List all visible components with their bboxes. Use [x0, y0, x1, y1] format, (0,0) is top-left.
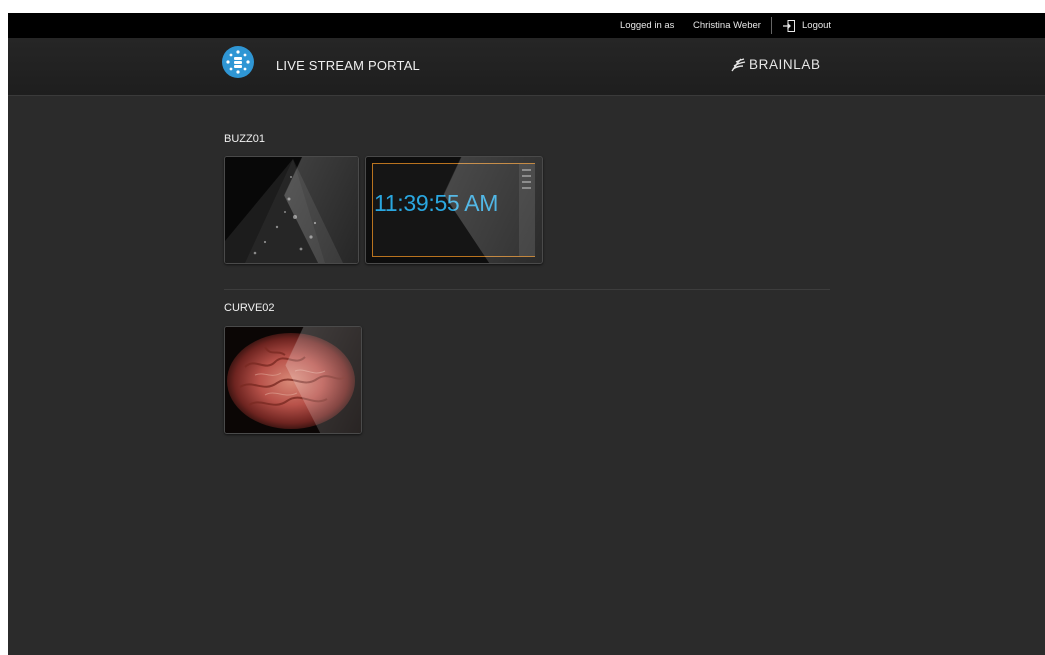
microscope-image: [225, 327, 361, 433]
topbar-divider: [771, 17, 772, 34]
brand-logo: BRAINLAB: [730, 57, 821, 72]
stream-thumbnail-microscope[interactable]: [224, 326, 362, 434]
section-title-curve02: CURVE02: [224, 302, 275, 314]
app-header: LIVE STREAM PORTAL BRAINLAB: [8, 38, 1045, 96]
stream-hub-icon: [222, 46, 254, 78]
top-bar: Logged in as Christina Weber Logout: [8, 13, 1045, 38]
logout-icon: [783, 19, 795, 32]
live-stream-portal-app: Logged in as Christina Weber Logout LIVE…: [8, 13, 1045, 655]
user-name: Christina Weber: [693, 20, 761, 31]
brainlab-logo-icon: [731, 57, 746, 71]
brand-name: BRAINLAB: [749, 57, 821, 72]
section-divider: [224, 289, 830, 290]
stream-thumbnail-ultrasound[interactable]: [224, 156, 359, 264]
clock-side-panel: [519, 164, 535, 256]
logout-button[interactable]: Logout: [783, 17, 831, 34]
logout-label: Logout: [802, 20, 832, 31]
logged-in-label: Logged in as: [620, 20, 675, 31]
app-title: LIVE STREAM PORTAL: [276, 58, 420, 73]
stream-thumbnail-clock[interactable]: 11:39:55 AM: [365, 156, 543, 264]
ultrasound-image: [225, 157, 358, 263]
section-title-buzz01: BUZZ01: [224, 133, 265, 145]
clock-time: 11:39:55 AM: [374, 190, 499, 216]
